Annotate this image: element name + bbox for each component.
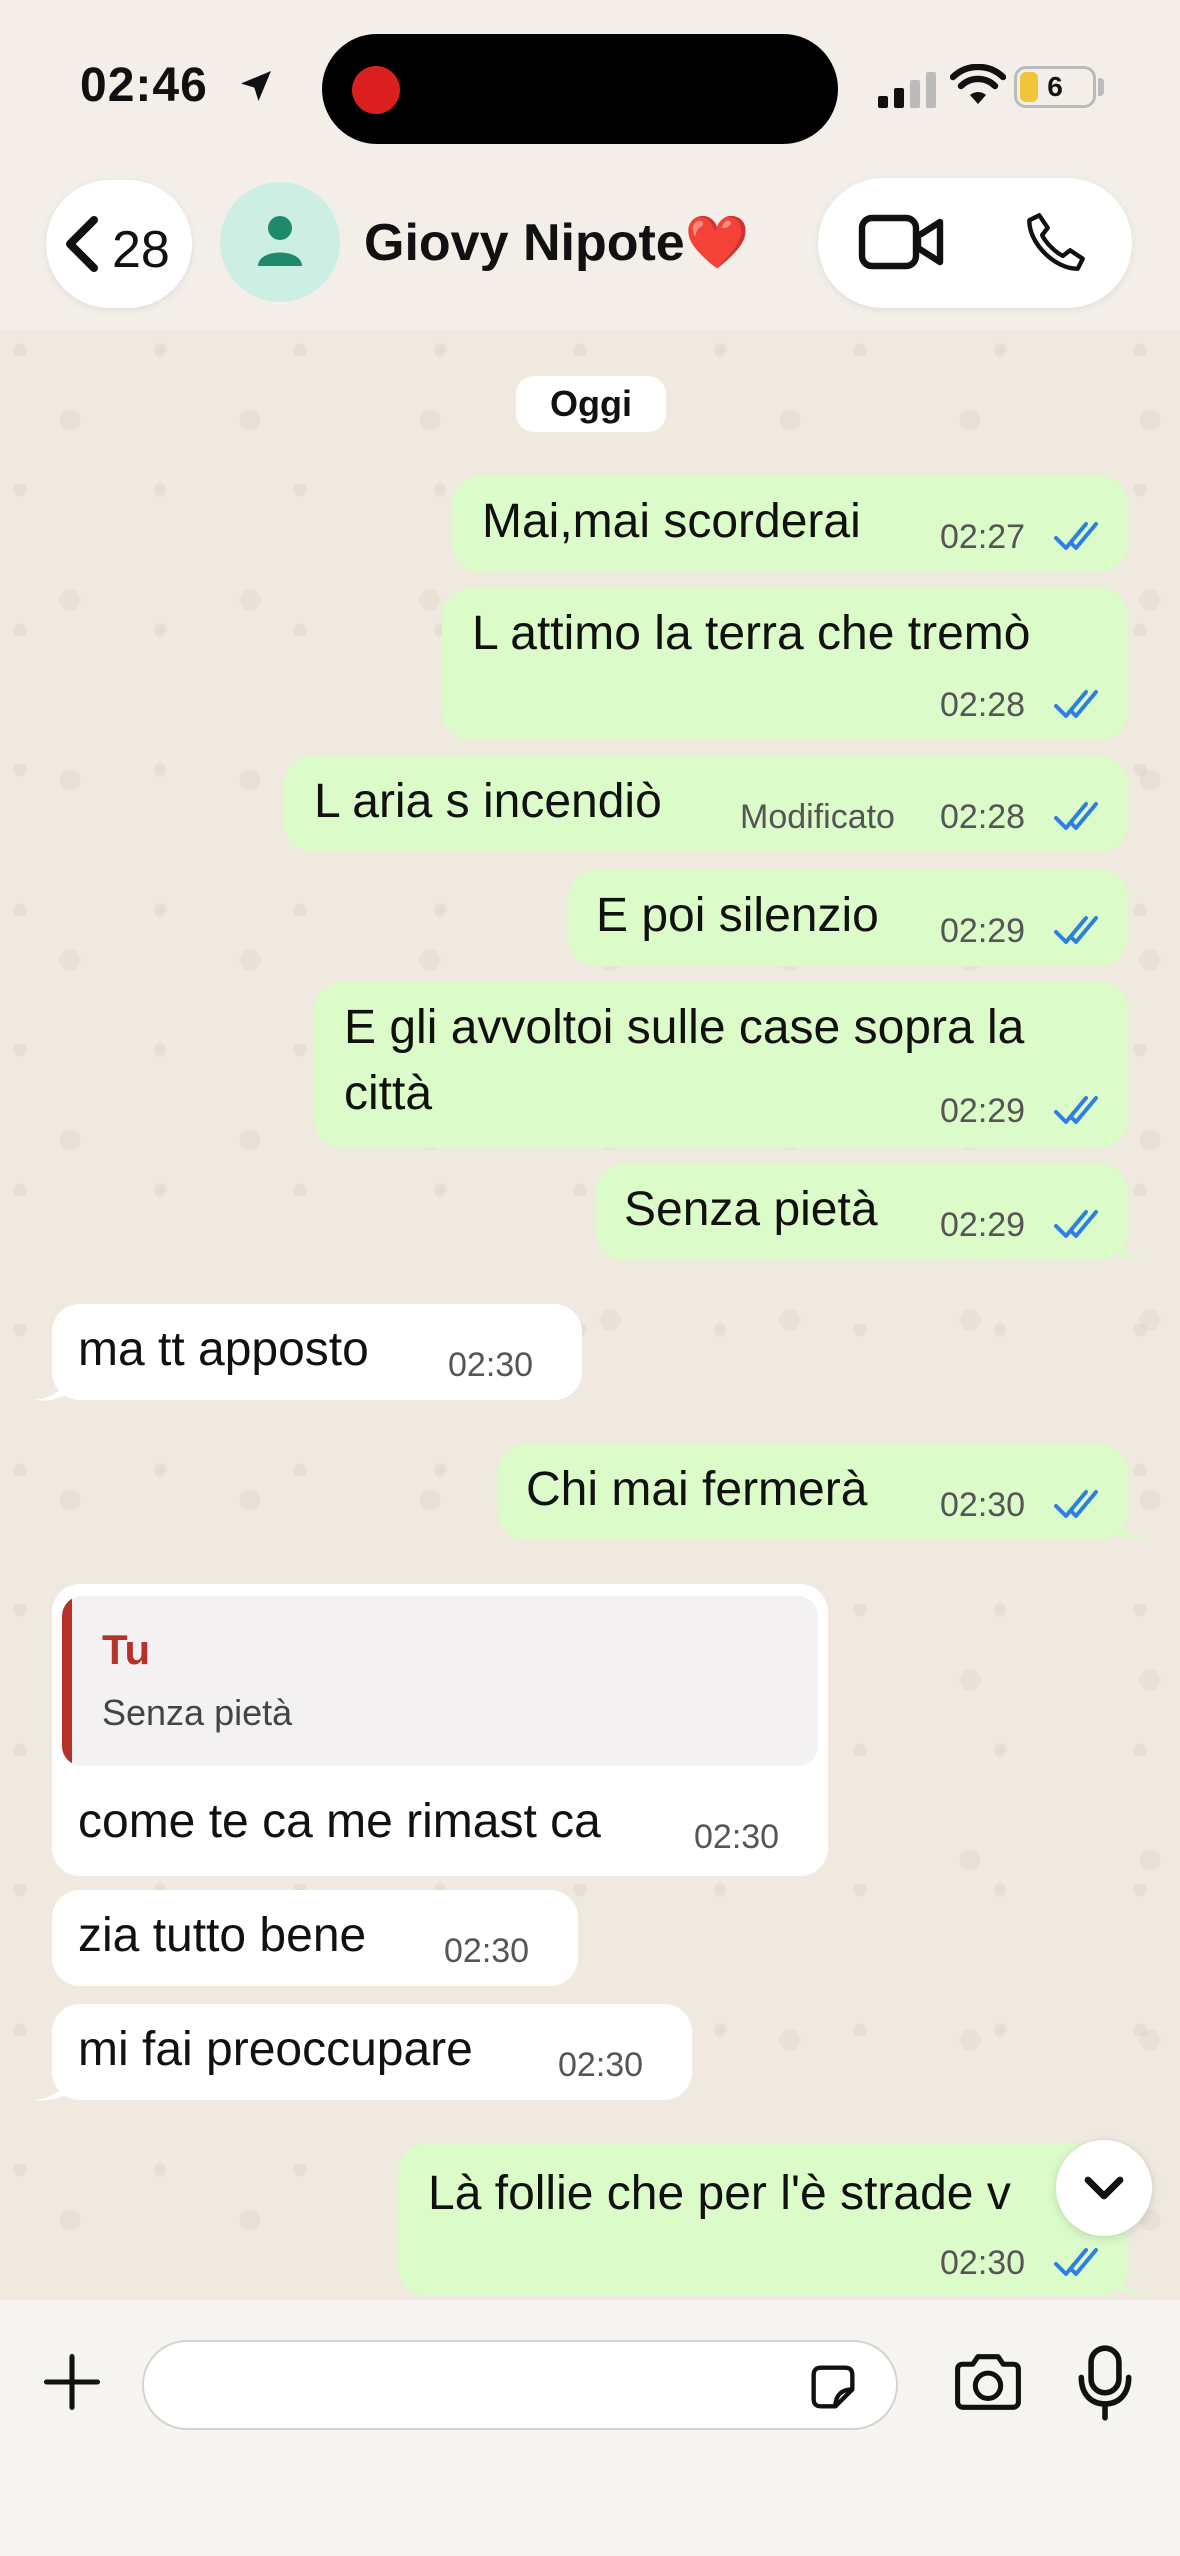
message-time: 02:28 [940,798,1026,836]
chevron-down-icon [1084,2176,1124,2200]
camera-icon[interactable] [950,2350,1026,2414]
double-check-icon [1054,802,1098,830]
video-call-icon[interactable] [858,212,944,272]
chevron-left-icon [66,216,98,272]
double-check-icon [1054,522,1098,550]
status-time: 02:46 [80,59,208,112]
bubble-tail [1110,2266,1148,2295]
unread-count: 28 [112,221,170,279]
message-bubble-outgoing[interactable]: Senza pietà 02:29 [596,1164,1128,1260]
message-bubble-incoming-reply[interactable]: Tu Senza pietà come te ca me rimast ca 0… [52,1584,828,1876]
sticker-icon[interactable] [804,2358,862,2416]
wifi-icon [950,64,1006,104]
date-separator: Oggi [516,376,666,432]
bubble-tail [34,2072,72,2101]
message-text: L attimo la terra che tremò [472,607,1031,660]
call-actions [818,178,1132,308]
bubble-tail [1110,1230,1148,1259]
double-check-icon [1054,1210,1098,1238]
chat-header: 28 Giovy Nipote❤️ [0,170,1180,330]
message-text-line-1: E gli avvoltoi sulle case sopra la [344,1001,1025,1054]
dynamic-island [322,34,838,144]
message-time: 02:30 [940,1486,1026,1524]
message-time: 02:29 [940,912,1026,950]
microphone-icon[interactable] [1076,2344,1134,2422]
message-time: 02:30 [940,2244,1026,2282]
message-time: 02:30 [444,1932,530,1970]
message-text-line-2: città [344,1067,433,1120]
message-input[interactable] [142,2340,898,2430]
message-time: 02:29 [940,1092,1026,1130]
edited-label: Modificato [740,798,895,836]
quote-text: Senza pietà [102,1692,293,1733]
message-text: Chi mai fermerà [526,1463,868,1516]
message-text: mi fai preoccupare [78,2023,473,2076]
message-bubble-incoming[interactable]: zia tutto bene 02:30 [52,1890,578,1986]
double-check-icon [1054,1096,1098,1124]
quote-accent-bar [62,1596,72,1766]
location-arrow-icon [241,71,271,101]
bubble-tail [34,1372,72,1401]
message-text: zia tutto bene [78,1909,367,1962]
scroll-to-bottom-button[interactable] [1056,2140,1152,2236]
avatar[interactable] [220,182,340,302]
message-time: 02:28 [940,686,1026,724]
message-bubble-outgoing[interactable]: E poi silenzio 02:29 [568,870,1128,966]
double-check-icon [1054,690,1098,718]
message-bubble-outgoing[interactable]: L aria s incendiò Modificato 02:28 [284,756,1128,852]
back-button[interactable]: 28 [46,180,192,308]
battery-tip [1098,78,1104,96]
message-bubble-incoming[interactable]: ma tt apposto 02:30 [52,1304,582,1400]
battery-percent: 6 [1047,71,1063,102]
message-bubble-outgoing[interactable]: Là follie che per l'è strade v 02:30 [398,2144,1128,2296]
composer-bar [0,2300,1180,2556]
message-text: L aria s incendiò [314,775,662,828]
double-check-icon [1054,916,1098,944]
message-bubble-outgoing[interactable]: L attimo la terra che tremò 02:28 [442,588,1128,740]
contact-name[interactable]: Giovy Nipote❤️ [364,212,749,273]
message-text: come te ca me rimast ca [78,1795,601,1848]
message-bubble-outgoing[interactable]: E gli avvoltoi sulle case sopra la città… [314,982,1128,1148]
message-time: 02:27 [940,518,1026,556]
recording-indicator [352,66,400,114]
double-check-icon [1054,2248,1098,2276]
message-time: 02:30 [448,1346,534,1384]
message-text: Senza pietà [624,1183,878,1236]
plus-icon[interactable] [38,2348,106,2416]
status-bar: 02:46 6 [0,0,1180,170]
signal-icon [878,72,936,108]
message-time: 02:30 [558,2046,644,2084]
double-check-icon [1054,1490,1098,1518]
battery-icon: 6 [1014,66,1096,108]
quote-author: Tu [102,1626,151,1673]
message-bubble-outgoing[interactable]: Chi mai fermerà 02:30 [498,1444,1128,1540]
message-text: Là follie che per l'è strade v [428,2167,1011,2220]
bubble-tail [1110,1510,1148,1539]
message-bubble-incoming[interactable]: mi fai preoccupare 02:30 [52,2004,692,2100]
message-text: Mai,mai scorderai [482,495,861,548]
person-icon [258,216,302,266]
phone-icon[interactable] [1020,208,1090,278]
message-bubble-outgoing[interactable]: Mai,mai scorderai 02:27 [452,476,1128,572]
message-time: 02:29 [940,1206,1026,1244]
message-time: 02:30 [694,1818,780,1856]
message-text: ma tt apposto [78,1323,369,1376]
quoted-message[interactable]: Tu Senza pietà [62,1596,818,1766]
message-text: E poi silenzio [596,889,879,942]
